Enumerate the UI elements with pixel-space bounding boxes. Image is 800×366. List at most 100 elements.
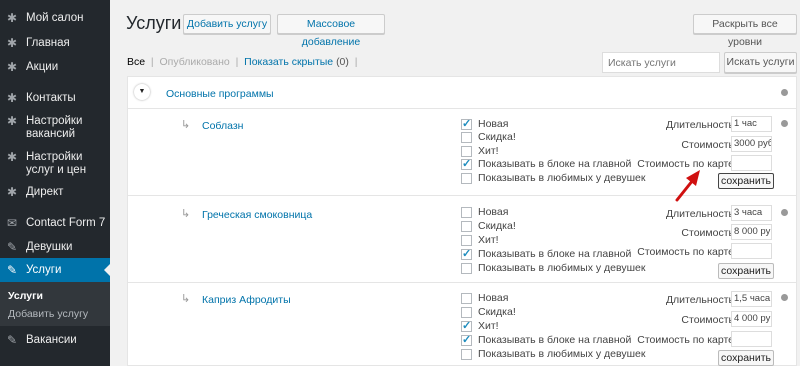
sidebar-item-contact-form[interactable]: ✉ Contact Form 7 bbox=[0, 217, 110, 230]
flag-new[interactable]: Новая bbox=[461, 206, 508, 218]
sidebar-item-promotions[interactable]: ✱ Акции bbox=[0, 61, 110, 74]
price-label: Стоимость bbox=[681, 314, 734, 326]
flag-show-favorites[interactable]: Показывать в любимых у девушек bbox=[461, 262, 645, 274]
child-arrow-icon: ↳ bbox=[181, 208, 191, 220]
flag-show-home[interactable]: Показывать в блоке на главной bbox=[461, 247, 632, 260]
checkbox[interactable] bbox=[461, 234, 472, 246]
flag-show-favorites[interactable]: Показывать в любимых у девушек bbox=[461, 172, 645, 184]
category-name[interactable]: Основные программы bbox=[166, 88, 274, 100]
checkbox[interactable] bbox=[461, 172, 472, 184]
sidebar-item-services[interactable]: ✎ Услуги bbox=[0, 258, 110, 282]
checkbox[interactable] bbox=[461, 262, 472, 274]
flag-label: Показывать в блоке на главной bbox=[478, 334, 632, 346]
flag-discount[interactable]: Скидка! bbox=[461, 306, 516, 318]
filter-all[interactable]: Все bbox=[127, 56, 145, 68]
sidebar-item-vacancy-settings[interactable]: ✱ Настройки вакансий bbox=[0, 115, 110, 141]
flag-new[interactable]: Новая bbox=[461, 117, 509, 130]
duration-field[interactable]: 1 час bbox=[731, 116, 772, 132]
service-row: ↳ Каприз Афродиты Новая Скидка! Хит! Пок… bbox=[128, 284, 796, 366]
checkbox[interactable] bbox=[461, 319, 472, 332]
flag-label: Показывать в блоке на главной bbox=[478, 158, 632, 170]
card-price-field[interactable] bbox=[731, 243, 772, 259]
submenu-item-add-service[interactable]: Добавить услугу bbox=[8, 308, 88, 320]
flag-label: Хит! bbox=[478, 145, 499, 157]
card-price-label: Стоимость по карте bbox=[637, 334, 734, 346]
sidebar-item-vacancies[interactable]: ✎ Вакансии bbox=[0, 334, 110, 347]
flag-hit[interactable]: Хит! bbox=[461, 234, 499, 246]
sidebar-item-direct[interactable]: ✱ Директ bbox=[0, 186, 110, 199]
sidebar-item-label: Акции bbox=[26, 61, 59, 73]
sidebar-item-service-settings[interactable]: ✱ Настройки услуг и цен bbox=[0, 151, 110, 177]
expand-all-button[interactable]: Раскрыть все уровни bbox=[693, 14, 797, 48]
flag-hit[interactable]: Хит! bbox=[461, 145, 499, 157]
service-row: ↳ Греческая смоковница Новая Скидка! Хит… bbox=[128, 197, 796, 283]
category-row: ▼ Основные программы bbox=[128, 77, 796, 109]
card-price-field[interactable] bbox=[731, 155, 772, 171]
pin-icon: ✎ bbox=[6, 333, 18, 347]
checkbox[interactable] bbox=[461, 348, 472, 360]
flag-discount[interactable]: Скидка! bbox=[461, 220, 516, 232]
checkbox[interactable] bbox=[461, 292, 472, 304]
bulk-add-button[interactable]: Массовое добавление bbox=[277, 14, 385, 48]
envelope-icon: ✉ bbox=[6, 216, 18, 230]
pin-icon: ✎ bbox=[6, 240, 18, 254]
price-field[interactable]: 3000 руб. bbox=[731, 136, 772, 152]
flag-show-favorites[interactable]: Показывать в любимых у девушек bbox=[461, 348, 645, 360]
filter-show-hidden[interactable]: Показать скрытые bbox=[244, 56, 333, 68]
flag-label: Показывать в любимых у девушек bbox=[478, 262, 646, 274]
flag-show-home[interactable]: Показывать в блоке на главной bbox=[461, 157, 632, 170]
submenu-item-services[interactable]: Услуги bbox=[8, 290, 43, 302]
status-dot-icon bbox=[781, 120, 788, 127]
sidebar-item-contacts[interactable]: ✱ Контакты bbox=[0, 92, 110, 105]
flag-hit[interactable]: Хит! bbox=[461, 319, 499, 332]
gear-icon: ✱ bbox=[6, 11, 18, 25]
gear-icon: ✱ bbox=[6, 185, 18, 199]
sidebar-item-girls[interactable]: ✎ Девушки bbox=[0, 241, 110, 254]
flag-discount[interactable]: Скидка! bbox=[461, 131, 516, 143]
add-service-button[interactable]: Добавить услугу bbox=[183, 14, 271, 34]
sidebar-item-label: Девушки bbox=[26, 241, 73, 253]
duration-label: Длительность bbox=[665, 294, 734, 306]
flag-label: Показывать в блоке на главной bbox=[478, 248, 632, 260]
search-input[interactable] bbox=[602, 52, 720, 73]
duration-field[interactable]: 3 часа bbox=[731, 205, 772, 221]
price-field[interactable]: 4 000 руб. bbox=[731, 311, 772, 327]
checkbox[interactable] bbox=[461, 157, 472, 170]
sidebar-item-my-salon[interactable]: ✱ Мой салон bbox=[0, 12, 110, 25]
duration-label: Длительность bbox=[665, 119, 734, 131]
flag-show-home[interactable]: Показывать в блоке на главной bbox=[461, 333, 632, 346]
sidebar-item-label: Услуги bbox=[26, 263, 62, 276]
duration-field[interactable]: 1,5 часа bbox=[731, 291, 772, 307]
sidebar-item-label: Главная bbox=[26, 37, 70, 49]
flag-label: Новая bbox=[478, 118, 509, 130]
checkbox[interactable] bbox=[461, 333, 472, 346]
filter-published[interactable]: Опубликовано bbox=[160, 56, 230, 68]
price-field[interactable]: 8 000 руб. bbox=[731, 224, 772, 240]
sidebar-item-label: Вакансии bbox=[26, 334, 77, 346]
status-dot-icon bbox=[781, 209, 788, 216]
save-button[interactable]: сохранить bbox=[718, 173, 774, 189]
checkbox[interactable] bbox=[461, 131, 472, 143]
service-name[interactable]: Греческая смоковница bbox=[202, 209, 312, 221]
collapse-toggle-icon[interactable]: ▼ bbox=[134, 84, 150, 100]
card-price-field[interactable] bbox=[731, 331, 772, 347]
checkbox[interactable] bbox=[461, 145, 472, 157]
checkbox[interactable] bbox=[461, 220, 472, 232]
pin-icon: ✎ bbox=[6, 263, 18, 277]
checkbox[interactable] bbox=[461, 117, 472, 130]
flag-new[interactable]: Новая bbox=[461, 292, 508, 304]
flag-label: Новая bbox=[478, 206, 509, 218]
price-label: Стоимость bbox=[681, 139, 734, 151]
checkbox[interactable] bbox=[461, 206, 472, 218]
checkbox[interactable] bbox=[461, 247, 472, 260]
price-label: Стоимость bbox=[681, 227, 734, 239]
service-name[interactable]: Каприз Афродиты bbox=[202, 294, 291, 306]
search-button[interactable]: Искать услуги bbox=[724, 52, 797, 73]
sidebar-item-main[interactable]: ✱ Главная bbox=[0, 37, 110, 50]
checkbox[interactable] bbox=[461, 306, 472, 318]
duration-label: Длительность bbox=[665, 208, 734, 220]
save-button[interactable]: сохранить bbox=[718, 263, 774, 279]
service-name[interactable]: Соблазн bbox=[202, 120, 243, 132]
save-button[interactable]: сохранить bbox=[718, 350, 774, 366]
flag-label: Хит! bbox=[478, 320, 499, 332]
